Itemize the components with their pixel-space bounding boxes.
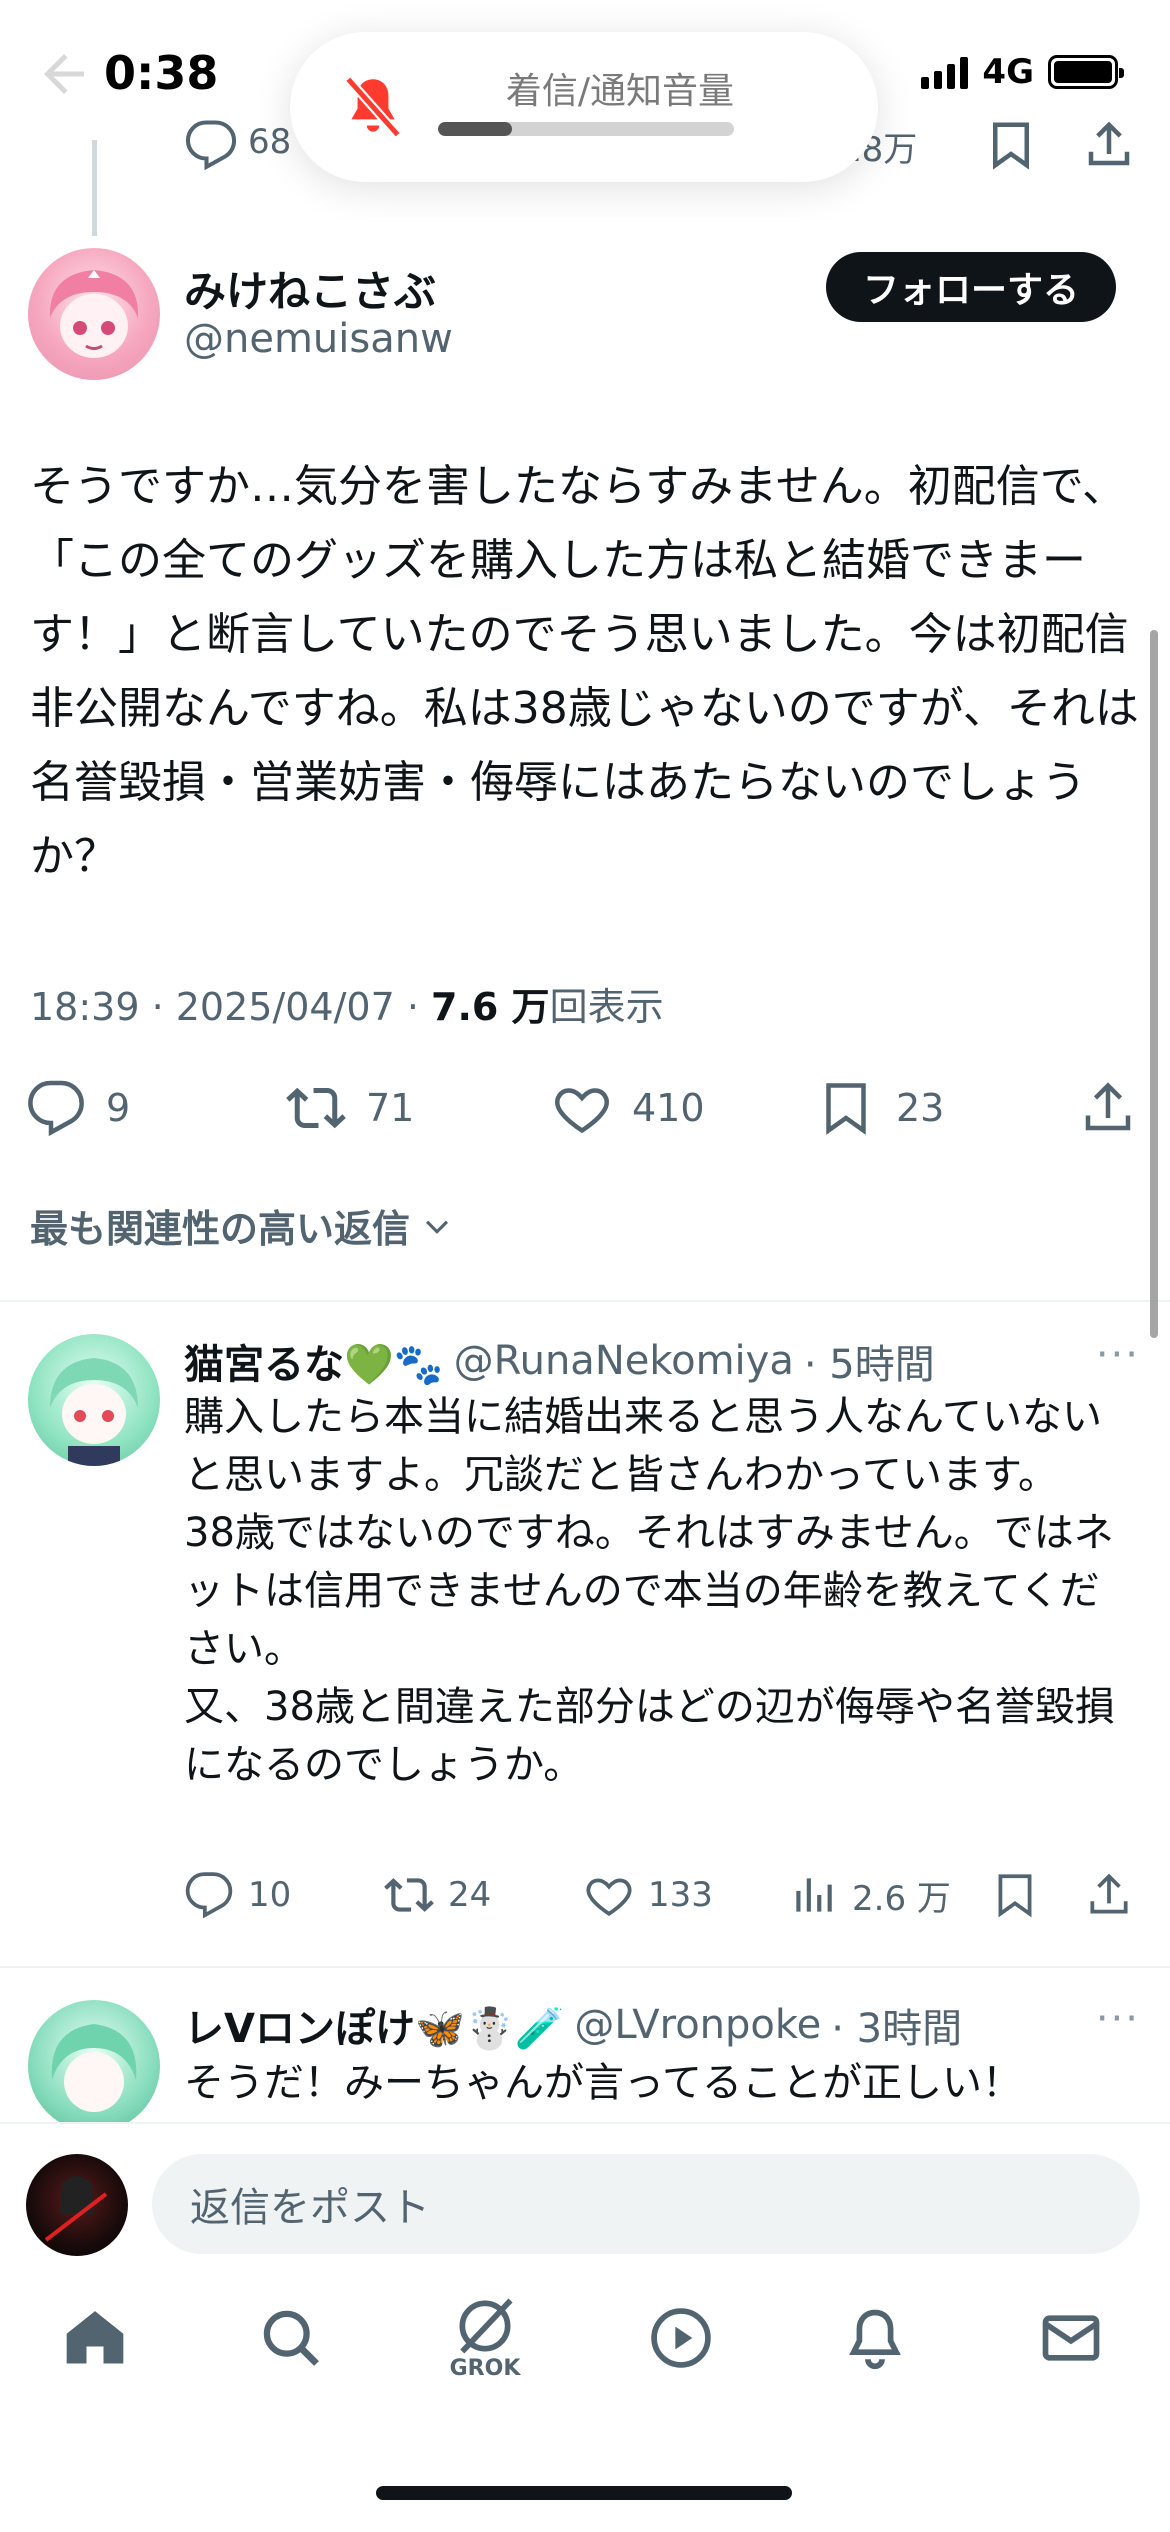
avatar-illustration [49, 270, 139, 358]
thread-line [92, 140, 97, 236]
chevron-down-icon [425, 1220, 449, 1234]
tweet-meta: 18:39 · 2025/04/07 · 7.6 万回表示 [30, 976, 664, 1031]
status-time: 0:38 [104, 46, 219, 100]
like-count: 133 [648, 1875, 713, 1915]
avatar-illustration [44, 2176, 108, 2242]
tweet-view-suffix: 回表示 [549, 985, 664, 1029]
signal-icon [921, 55, 969, 89]
avatar-illustration [50, 1358, 138, 1466]
reply-button[interactable]: 9 [26, 1078, 130, 1138]
my-avatar[interactable] [26, 2154, 128, 2256]
home-icon [66, 2311, 124, 2364]
sort-label: 最も関連性の高い返信 [30, 1207, 411, 1251]
reply-author-handle[interactable]: @LVronpoke [574, 2002, 821, 2048]
home-indicator [376, 2486, 792, 2500]
tab-home[interactable] [50, 2304, 140, 2394]
share-icon [1090, 1873, 1128, 1914]
tab-messages[interactable] [1026, 2304, 1116, 2394]
reply-icon [185, 1872, 233, 1919]
tab-search[interactable] [246, 2304, 336, 2394]
reply-author-name[interactable]: 猫宮るな💚🐾 [184, 1332, 444, 1390]
previous-reply-count: 68 [248, 122, 292, 162]
reply-author-handle[interactable]: @RunaNekomiya [454, 1338, 794, 1384]
reply-header: 猫宮るな💚🐾 @RunaNekomiya · 5時間 [184, 1332, 935, 1390]
retweet-button[interactable]: 71 [286, 1078, 414, 1138]
reply-text: 購入したら本当に結婚出来ると思う人なんていないと思いますよ。冗談だと皆さんわかっ… [184, 1394, 1115, 1788]
share-icon [1085, 1082, 1131, 1131]
reply-time: · 5時間 [803, 1342, 935, 1388]
reply-avatar[interactable] [28, 2000, 160, 2132]
retweet-count: 24 [448, 1875, 492, 1915]
like-button[interactable]: 410 [552, 1078, 705, 1138]
divider [0, 1300, 1170, 1302]
share-button[interactable] [1084, 1870, 1134, 1920]
bookmark-icon [998, 1874, 1032, 1918]
reply-avatar[interactable] [28, 1334, 160, 1466]
bookmark-button[interactable]: 23 [816, 1078, 944, 1138]
like-button[interactable]: 133 [584, 1870, 713, 1920]
reply-text: そうだ！みーちゃんが言ってることが正しい！ [184, 2060, 1022, 2106]
reply-icon [28, 1080, 84, 1137]
hud-title: 着信/通知音量 [505, 71, 735, 112]
views-chart-icon [796, 1878, 832, 1912]
bookmark-count: 23 [896, 1086, 945, 1130]
reply-actions: 10 24 133 2.6 万 [184, 1870, 1144, 1930]
retweet-icon [384, 1878, 434, 1912]
tab-notifications[interactable] [830, 2304, 920, 2394]
mail-icon [1042, 2315, 1100, 2361]
author-avatar[interactable] [28, 248, 160, 380]
author-name[interactable]: みけねこさぶ [184, 258, 436, 319]
network-type: 4G [982, 52, 1034, 92]
share-icon[interactable] [1082, 118, 1136, 172]
compose-bar: 返信をポスト [0, 2122, 1170, 2262]
share-button[interactable] [1078, 1078, 1138, 1138]
avatar-illustration [51, 2024, 137, 2112]
grok-label: GROK [449, 2356, 521, 2381]
bookmark-icon[interactable] [984, 118, 1038, 172]
divider [0, 1966, 1170, 1968]
play-icon [651, 2308, 711, 2368]
retweet-count: 71 [366, 1086, 415, 1130]
tweet-timestamp[interactable]: 18:39 · 2025/04/07 · [30, 985, 431, 1029]
bookmark-button[interactable] [990, 1870, 1040, 1920]
reply-time: · 3時間 [831, 2006, 963, 2052]
battery-icon [1048, 55, 1124, 89]
reply-icon[interactable] [184, 118, 238, 172]
more-icon[interactable]: ··· [1096, 1332, 1140, 1378]
heart-icon [555, 1088, 609, 1134]
retweet-icon [286, 1087, 346, 1129]
tweet-actions: 9 71 410 23 [0, 1068, 1170, 1148]
reply-button[interactable]: 10 [184, 1870, 291, 1920]
volume-hud: 着信/通知音量 [290, 32, 878, 182]
reply-header: レVロンぽけ🦋☃️🧪 @LVronpoke · 3時間 [184, 1996, 962, 2054]
grok-icon [459, 2298, 513, 2354]
view-count: 2.6 万 [852, 1878, 951, 1919]
bell-icon [849, 2309, 901, 2370]
heart-icon [586, 1878, 632, 1916]
reply-count: 10 [248, 1875, 292, 1915]
back-arrow-icon[interactable] [34, 44, 94, 104]
author-handle[interactable]: @nemuisanw [184, 316, 453, 362]
reply-sort-dropdown[interactable]: 最も関連性の高い返信 [30, 1198, 454, 1253]
views-button[interactable]: 2.6 万 [788, 1870, 951, 1920]
reply-author-name[interactable]: レVロンぽけ🦋☃️🧪 [184, 1996, 564, 2054]
tab-video[interactable] [636, 2304, 726, 2394]
volume-slider[interactable] [438, 122, 734, 136]
bookmark-icon [826, 1083, 866, 1135]
search-icon [263, 2310, 319, 2366]
like-count: 410 [632, 1086, 705, 1130]
status-indicators: 4G [921, 52, 1124, 92]
scrollbar[interactable] [1150, 630, 1158, 1338]
tab-grok[interactable]: GROK [440, 2292, 530, 2382]
reply-count: 9 [106, 1086, 131, 1130]
reply-compose-input[interactable]: 返信をポスト [152, 2154, 1140, 2254]
tweet-view-count: 7.6 万 [431, 985, 550, 1029]
bell-muted-icon [344, 76, 402, 138]
retweet-button[interactable]: 24 [384, 1870, 491, 1920]
tweet-text: そうですか…気分を害したならすみません。初配信で、「この全てのグッズを購入した方… [30, 461, 1139, 882]
volume-level [438, 122, 512, 136]
follow-button[interactable]: フォローする [826, 252, 1116, 322]
more-icon[interactable]: ··· [1096, 1996, 1140, 2042]
